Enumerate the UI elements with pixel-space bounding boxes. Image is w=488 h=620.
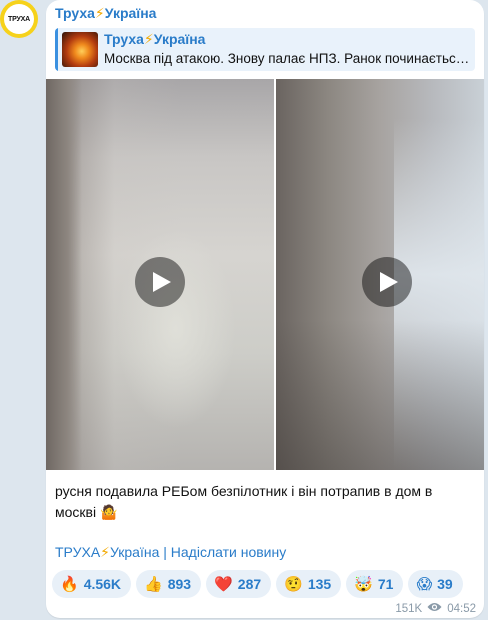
reply-title: Труха⚡Україна	[104, 31, 205, 48]
reaction-count: 4.56K	[83, 576, 122, 592]
thumbs-up-icon: 👍	[144, 576, 163, 593]
footer-link[interactable]: ТРУХА⚡Україна | Надіслати новину	[55, 544, 286, 561]
reply-title-part1: Труха	[104, 31, 144, 47]
reaction-count: 287	[237, 576, 262, 592]
heart-icon: ❤️	[214, 576, 233, 593]
eye-icon	[427, 602, 442, 615]
message-text: русня подавила РЕБом безпілотник і він п…	[55, 483, 433, 520]
reaction-mind-blown[interactable]: 🤯 71	[346, 570, 404, 598]
reaction-count: 893	[167, 576, 192, 592]
view-count: 151K	[395, 602, 423, 615]
lightning-icon: ⚡	[100, 544, 110, 560]
reaction-scream[interactable]: 😱 39	[408, 570, 463, 598]
raised-eyebrow-icon: 🤨	[284, 576, 303, 593]
channel-name-part1: Труха	[55, 5, 95, 21]
reaction-count: 71	[377, 576, 394, 592]
mind-blown-icon: 🤯	[354, 576, 373, 593]
reaction-raised-eyebrow[interactable]: 🤨 135	[276, 570, 342, 598]
reaction-thumbs-up[interactable]: 👍 893	[136, 570, 202, 598]
reaction-heart[interactable]: ❤️ 287	[206, 570, 272, 598]
reply-accent-bar	[55, 28, 58, 71]
channel-avatar[interactable]: ТРУХА	[0, 0, 38, 38]
reactions-bar: 🔥 4.56K 👍 893 ❤️ 287 🤨 135 🤯 71 😱 39	[52, 570, 463, 598]
lightning-icon: ⚡	[94, 5, 105, 21]
reply-title-part2: Україна	[153, 31, 206, 47]
scream-icon: 😱	[416, 576, 433, 593]
reaction-fire[interactable]: 🔥 4.56K	[52, 570, 132, 598]
reaction-count: 135	[307, 576, 332, 592]
message-meta: 151K 04:52	[395, 602, 476, 615]
reply-text: Москва під атакою. Знову палає НПЗ. Рано…	[104, 51, 470, 66]
lightning-icon: ⚡	[143, 31, 154, 47]
reply-thumbnail-fire-image	[62, 32, 98, 67]
footer-part2: Україна | Надіслати новину	[110, 544, 287, 560]
message-time: 04:52	[447, 602, 476, 615]
footer-part1: ТРУХА	[55, 544, 101, 560]
reply-preview[interactable]: Труха⚡Україна Москва під атакою. Знову п…	[55, 28, 475, 71]
video-thumbnail-1[interactable]	[46, 79, 274, 470]
play-icon[interactable]	[362, 257, 412, 307]
play-icon[interactable]	[135, 257, 185, 307]
fire-icon: 🔥	[60, 576, 79, 593]
video-thumbnail-2[interactable]	[276, 79, 484, 470]
reaction-count: 39	[437, 576, 453, 592]
channel-name[interactable]: Труха⚡Україна	[55, 5, 156, 22]
message-bubble: Труха⚡Україна Труха⚡Україна Москва під а…	[46, 0, 484, 618]
avatar-logo-text: ТРУХА	[4, 4, 34, 34]
channel-name-part2: Україна	[104, 5, 157, 21]
